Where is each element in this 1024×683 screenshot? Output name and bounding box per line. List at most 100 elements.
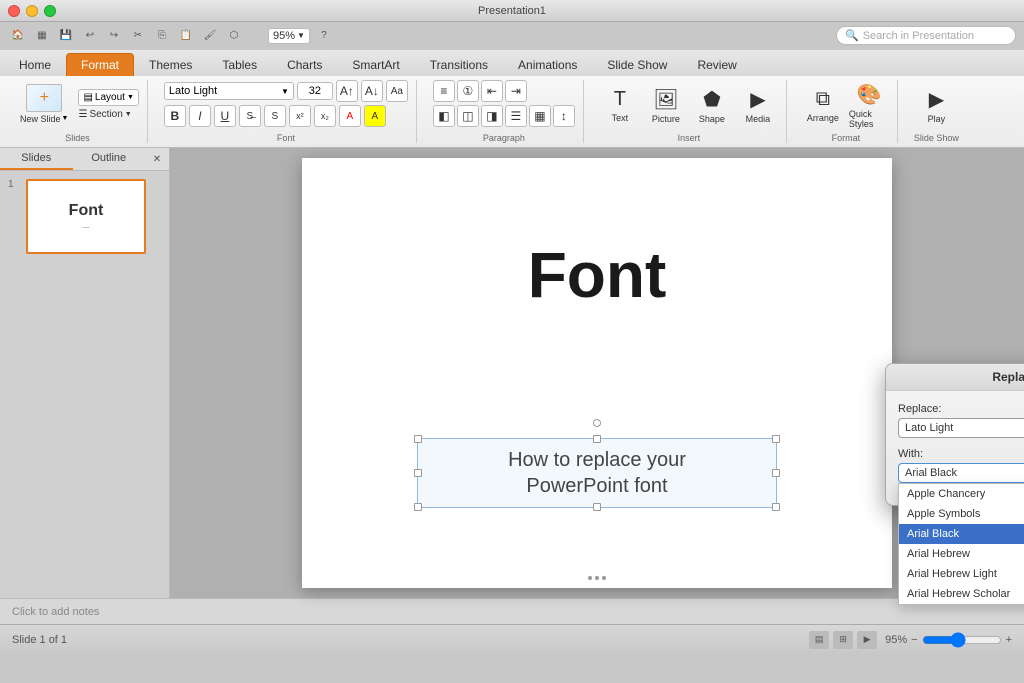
font-option-apple-symbols[interactable]: Apple Symbols <box>899 504 1024 524</box>
redo-icon[interactable]: ↪ <box>104 26 124 46</box>
zoom-plus-icon[interactable]: + <box>1006 634 1012 646</box>
replace-select[interactable]: Lato Light ▼ <box>898 418 1024 438</box>
font-option-arial-hebrew[interactable]: Arial Hebrew <box>899 544 1024 564</box>
cut-icon[interactable]: ✂ <box>128 26 148 46</box>
rotate-handle[interactable] <box>593 419 601 427</box>
shape-icon: ⬟ <box>703 87 720 112</box>
insert-shape-button[interactable]: ⬟ Shape <box>692 82 732 130</box>
font-size-input[interactable] <box>297 82 333 100</box>
font-selector[interactable]: Lato Light ▼ <box>164 82 294 100</box>
insert-media-button[interactable]: ▶ Media <box>738 82 778 130</box>
handle-br[interactable] <box>772 503 780 511</box>
tab-slides[interactable]: Slides <box>0 148 73 170</box>
section-label: Section <box>89 109 122 120</box>
tab-review[interactable]: Review <box>682 53 751 76</box>
new-slide-button[interactable]: + New Slide ▼ <box>16 80 72 128</box>
notes-bar: Click to add notes <box>0 598 1024 624</box>
slide-area[interactable]: Font How to replace your PowerPoint font <box>170 148 1024 598</box>
handle-tc[interactable] <box>593 435 601 443</box>
tab-smartart[interactable]: SmartArt <box>337 53 414 76</box>
indent-left-button[interactable]: ⇤ <box>481 80 503 102</box>
section-button[interactable]: ☰ Section ▼ <box>78 109 138 120</box>
font-dropdown-icon[interactable]: ▼ <box>281 87 289 96</box>
tab-slideshow[interactable]: Slide Show <box>592 53 682 76</box>
italic-button[interactable]: I <box>189 105 211 127</box>
font-size-down-button[interactable]: A↓ <box>361 80 383 102</box>
shadow-button[interactable]: S <box>264 105 286 127</box>
slideshow-view-button[interactable]: ▶ <box>857 631 877 649</box>
save-icon[interactable]: 💾 <box>56 26 76 46</box>
align-center-button[interactable]: ◫ <box>457 105 479 127</box>
font-color-button[interactable]: A <box>339 105 361 127</box>
slide-thumb-img-1[interactable]: Font — <box>26 179 146 254</box>
zoom-dropdown-icon[interactable]: ▼ <box>297 31 305 40</box>
with-select-display[interactable]: Arial Black ▼ <box>898 463 1024 483</box>
font-option-arial-hebrew-light[interactable]: Arial Hebrew Light <box>899 564 1024 584</box>
minimize-button[interactable] <box>26 5 38 17</box>
bold-button[interactable]: B <box>164 105 186 127</box>
quick-styles-button[interactable]: 🎨 Quick Styles <box>849 82 889 130</box>
tab-themes[interactable]: Themes <box>134 53 207 76</box>
align-justify-button[interactable]: ☰ <box>505 105 527 127</box>
window-controls[interactable] <box>8 5 56 17</box>
tab-charts[interactable]: Charts <box>272 53 337 76</box>
font-option-arial-hebrew-scholar[interactable]: Arial Hebrew Scholar <box>899 584 1024 604</box>
new-slide-arrow-icon[interactable]: ▼ <box>62 115 69 122</box>
tab-transitions[interactable]: Transitions <box>415 53 503 76</box>
search-placeholder[interactable]: Search in Presentation <box>863 30 974 42</box>
slide-canvas[interactable]: Font How to replace your PowerPoint font <box>302 158 892 588</box>
zoom-slider[interactable] <box>922 632 1002 648</box>
play-button[interactable]: ▶ Play <box>916 82 956 130</box>
line-spacing-button[interactable]: ↕ <box>553 105 575 127</box>
shapes-icon[interactable]: ⬡ <box>224 26 244 46</box>
strikethrough-button[interactable]: S̶ <box>239 105 261 127</box>
handle-mr[interactable] <box>772 469 780 477</box>
highlight-button[interactable]: A <box>364 105 386 127</box>
notes-placeholder[interactable]: Click to add notes <box>12 606 99 618</box>
normal-view-button[interactable]: ▤ <box>809 631 829 649</box>
undo-icon[interactable]: ↩ <box>80 26 100 46</box>
underline-button[interactable]: U <box>214 105 236 127</box>
section-arrow-icon[interactable]: ▼ <box>125 111 132 118</box>
tab-tables[interactable]: Tables <box>207 53 272 76</box>
font-option-apple-chancery[interactable]: Apple Chancery <box>899 484 1024 504</box>
copy-icon[interactable]: ⎘ <box>152 26 172 46</box>
grid-view-button[interactable]: ⊞ <box>833 631 853 649</box>
align-left-button[interactable]: ◧ <box>433 105 455 127</box>
font-size-up-button[interactable]: A↑ <box>336 80 358 102</box>
layout-button[interactable]: ▤ Layout ▼ <box>78 89 138 106</box>
tab-animations[interactable]: Animations <box>503 53 592 76</box>
slide-subtitle-box[interactable]: How to replace your PowerPoint font <box>417 438 777 508</box>
handle-tr[interactable] <box>772 435 780 443</box>
tab-home[interactable]: Home <box>4 53 66 76</box>
handle-bc[interactable] <box>593 503 601 511</box>
tab-format[interactable]: Format <box>66 53 134 76</box>
maximize-button[interactable] <box>44 5 56 17</box>
list-bullet-button[interactable]: ≡ <box>433 80 455 102</box>
help-icon[interactable]: ? <box>314 26 334 46</box>
paste-icon[interactable]: 📋 <box>176 26 196 46</box>
clear-format-button[interactable]: Aa <box>386 80 408 102</box>
superscript-button[interactable]: x² <box>289 105 311 127</box>
section-icon: ☰ <box>78 109 87 120</box>
list-number-button[interactable]: ① <box>457 80 479 102</box>
tab-outline[interactable]: Outline <box>73 148 146 170</box>
align-right-button[interactable]: ◨ <box>481 105 503 127</box>
indent-right-button[interactable]: ⇥ <box>505 80 527 102</box>
insert-text-button[interactable]: T Text <box>600 82 640 130</box>
columns-button[interactable]: ▦ <box>529 105 551 127</box>
zoom-minus-icon[interactable]: − <box>911 634 917 646</box>
handle-bl[interactable] <box>414 503 422 511</box>
font-option-arial-black[interactable]: Arial Black <box>899 524 1024 544</box>
grid-icon[interactable]: ▦ <box>32 26 52 46</box>
arrange-button[interactable]: ⧉ Arrange <box>803 82 843 130</box>
home-icon[interactable]: 🏠 <box>8 26 28 46</box>
format-paint-icon[interactable]: 🖌 <box>200 26 220 46</box>
handle-ml[interactable] <box>414 469 422 477</box>
handle-tl[interactable] <box>414 435 422 443</box>
layout-arrow-icon[interactable]: ▼ <box>127 94 134 101</box>
insert-picture-button[interactable]: 🖼 Picture <box>646 82 686 130</box>
close-button[interactable] <box>8 5 20 17</box>
subscript-button[interactable]: x₂ <box>314 105 336 127</box>
panel-close-button[interactable]: ✕ <box>149 151 165 167</box>
